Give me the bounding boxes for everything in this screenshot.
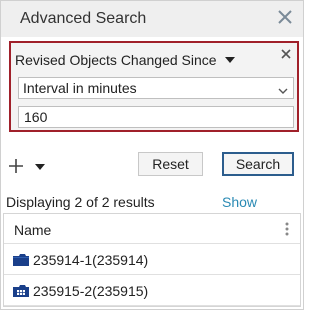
search-button-label: Search — [235, 156, 281, 172]
close-icon[interactable] — [275, 7, 295, 27]
folder-grid-icon — [12, 284, 30, 298]
folder-icon — [12, 253, 30, 267]
results-count: Displaying 2 of 2 results — [6, 194, 155, 210]
row-label: 235915-2(235915) — [33, 283, 149, 299]
interval-amount-input[interactable]: 160 — [18, 106, 294, 128]
interval-select[interactable]: Interval in minutes — [18, 77, 294, 99]
reset-button[interactable]: Reset — [138, 152, 203, 176]
panel-title: Advanced Search — [20, 10, 147, 27]
table-row[interactable]: 235915-2(235915) — [4, 276, 300, 306]
criterion-label: Revised Objects Changed Since — [15, 52, 217, 68]
interval-select-value: Interval in minutes — [23, 80, 137, 96]
column-menu-icon[interactable] — [284, 221, 290, 237]
row-label: 235914-1(235914) — [33, 252, 149, 268]
table-row[interactable]: 235914-1(235914) — [4, 245, 300, 275]
remove-criterion-icon[interactable] — [279, 47, 293, 61]
interval-amount-value: 160 — [24, 109, 48, 125]
chevron-down-icon[interactable] — [277, 82, 289, 94]
search-criterion-group: Revised Objects Changed Since Interval i… — [9, 41, 299, 132]
results-bar: Displaying 2 of 2 results Show Details — [1, 189, 303, 226]
search-button[interactable]: Search — [222, 152, 294, 176]
results-table: Name 235914-1(235914) 235915-2(235915) — [3, 213, 301, 307]
reset-button-label: Reset — [152, 156, 189, 172]
caret-down-icon[interactable] — [224, 57, 235, 63]
add-criterion-caret-icon[interactable] — [35, 164, 45, 170]
advanced-search-panel: Advanced Search Revised Objects Changed … — [0, 0, 304, 310]
column-header-name[interactable]: Name — [14, 222, 51, 238]
add-criterion-icon[interactable] — [7, 157, 25, 175]
criterion-dropdown[interactable]: Revised Objects Changed Since — [15, 51, 235, 69]
table-header: Name — [4, 214, 300, 244]
panel-header: Advanced Search — [1, 1, 303, 37]
